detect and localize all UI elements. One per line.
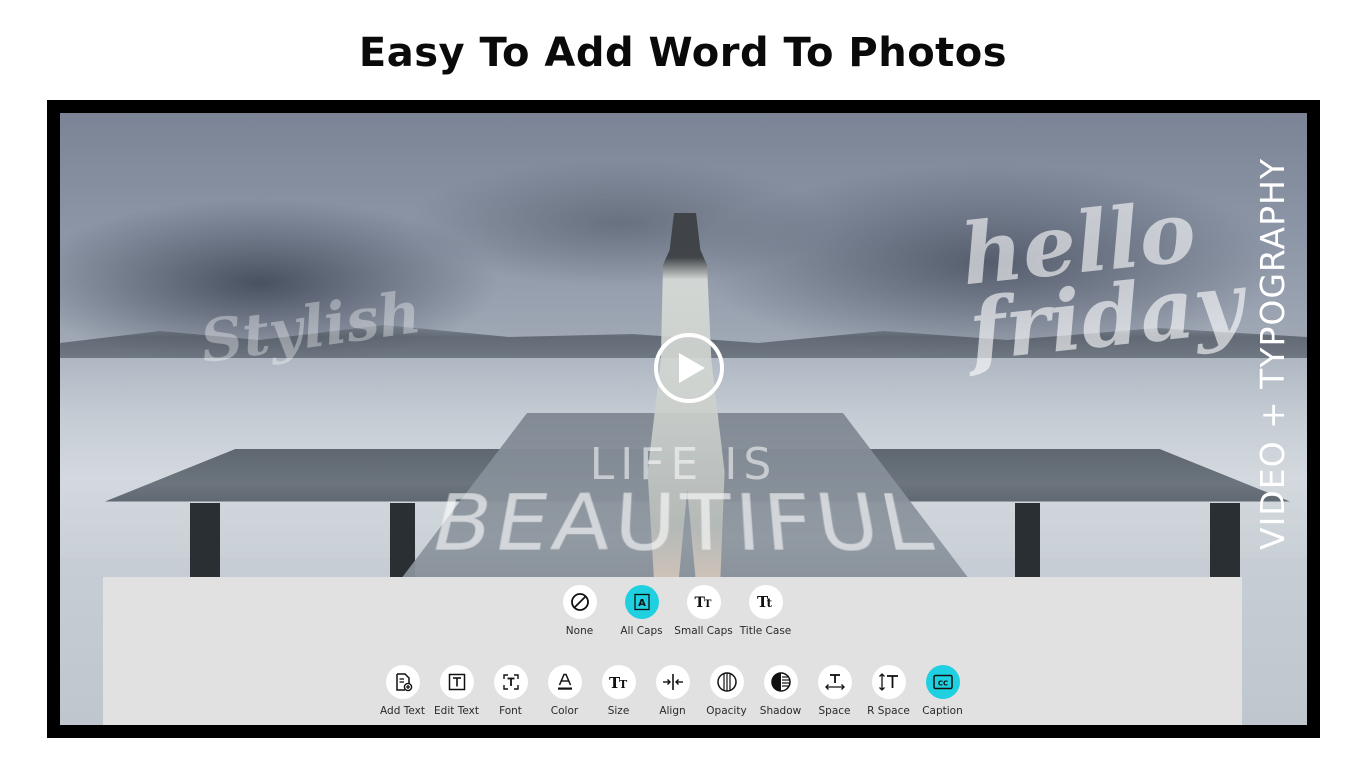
tool-label: Caption	[922, 705, 963, 717]
color-icon	[547, 665, 582, 699]
tool-space[interactable]: Space	[808, 665, 862, 717]
svg-text:t: t	[766, 596, 772, 610]
all-caps-icon: A	[624, 585, 659, 619]
tool-label: Title Case	[739, 625, 792, 637]
tool-size[interactable]: T T Size	[592, 665, 646, 717]
tool-title-case[interactable]: Tt Title Case	[740, 585, 792, 637]
text-toolbar: Add Text Edit Text Font Color T T Size Align Opa…	[103, 665, 1242, 717]
headline: Easy To Add Word To Photos	[358, 30, 1008, 76]
tool-font[interactable]: Font	[484, 665, 538, 717]
side-label: VIDEO + TYPOGRAPHY	[1253, 158, 1292, 550]
page: Easy To Add Word To Photos Stylish hello…	[0, 0, 1366, 768]
overlay-hello: hello	[956, 181, 1201, 305]
tool-label: Small Caps	[674, 625, 733, 637]
tool-label: Edit Text	[434, 705, 479, 717]
row-space-icon	[871, 665, 906, 699]
add-text-icon	[385, 665, 420, 699]
tool-label: Font	[499, 705, 522, 717]
none-icon	[562, 585, 597, 619]
opacity-icon	[709, 665, 744, 699]
title-case-icon: Tt	[748, 585, 783, 619]
tool-caption[interactable]: CC Caption	[916, 665, 970, 717]
tool-small-caps[interactable]: T T Small Caps	[674, 585, 733, 637]
tool-label: All Caps	[620, 625, 663, 637]
caption-icon: CC	[925, 665, 960, 699]
svg-text:T: T	[704, 599, 712, 610]
tool-label: Add Text	[380, 705, 425, 717]
tool-none[interactable]: None	[554, 585, 606, 637]
tool-all-caps[interactable]: A All Caps	[616, 585, 668, 637]
tool-label: R Space	[867, 705, 910, 717]
tool-label: Align	[659, 705, 686, 717]
tool-label: Shadow	[759, 705, 802, 717]
tool-r-space[interactable]: R Space	[862, 665, 916, 717]
tool-label: Space	[818, 705, 851, 717]
tool-add-text[interactable]: Add Text	[376, 665, 430, 717]
svg-text:A: A	[638, 598, 646, 609]
align-icon	[655, 665, 690, 699]
tool-label: Size	[607, 705, 630, 717]
tool-shadow[interactable]: Shadow	[754, 665, 808, 717]
tool-edit-text[interactable]: Edit Text	[430, 665, 484, 717]
svg-text:T: T	[619, 678, 628, 691]
font-icon	[493, 665, 528, 699]
svg-text:CC: CC	[937, 680, 947, 688]
shadow-icon	[763, 665, 798, 699]
edit-text-icon	[439, 665, 474, 699]
space-icon	[817, 665, 852, 699]
tool-align[interactable]: Align	[646, 665, 700, 717]
tool-color[interactable]: Color	[538, 665, 592, 717]
tool-opacity[interactable]: Opacity	[700, 665, 754, 717]
text-case-options: None A All Caps T T Small Caps Tt Title Case	[103, 585, 1242, 637]
small-caps-icon: TT	[686, 585, 721, 619]
play-button[interactable]	[654, 333, 724, 403]
play-icon	[679, 353, 705, 383]
tool-label: Color	[550, 705, 579, 717]
tool-label: None	[565, 625, 594, 637]
text-tools-panel: None A All Caps T T Small Caps Tt Title Case Ad…	[103, 577, 1242, 725]
tool-label: Opacity	[706, 705, 747, 717]
size-icon: TT	[601, 665, 636, 699]
